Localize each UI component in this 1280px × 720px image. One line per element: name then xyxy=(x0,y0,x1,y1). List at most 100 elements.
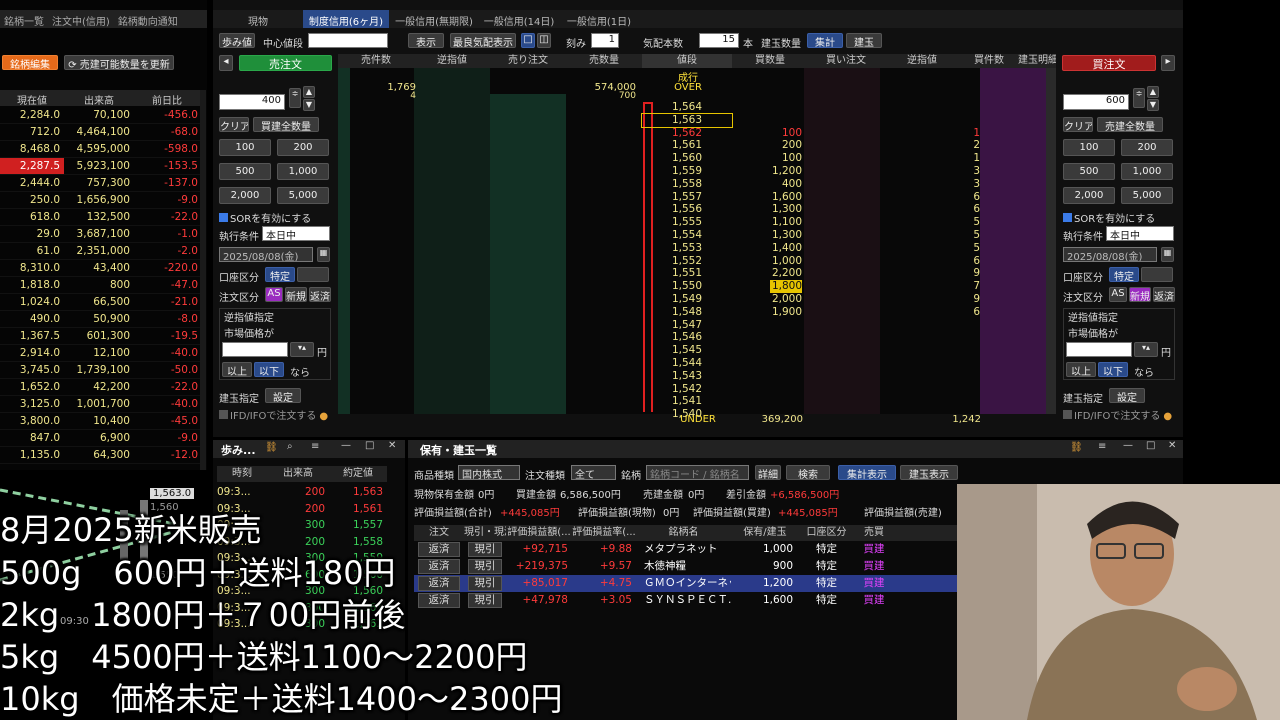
tab-margin-6m[interactable]: 制度信用(6ヶ月) xyxy=(303,10,389,28)
board-buy-qty[interactable]: 1,300 xyxy=(732,203,802,216)
above-button[interactable]: 以上 xyxy=(1066,362,1096,377)
detail-button[interactable]: 詳細 xyxy=(755,465,781,480)
close-position-button[interactable]: 返済 xyxy=(1153,287,1175,302)
order-kind-select[interactable]: 全て xyxy=(571,465,616,480)
account-other[interactable] xyxy=(1141,267,1173,282)
board-row[interactable]: 1,555 1,100 5 xyxy=(338,216,1056,229)
qty-preset-button[interactable]: 1,000 xyxy=(1121,163,1173,180)
tab-margin-14d[interactable]: 一般信用(14日) xyxy=(479,10,559,28)
board-price[interactable]: 1,554 xyxy=(642,229,732,242)
board-price[interactable]: 1,556 xyxy=(642,203,732,216)
position-setting-button[interactable]: 設定 xyxy=(265,388,301,403)
board-price[interactable]: 1,557 xyxy=(642,191,732,204)
tab-cash[interactable]: 現物 xyxy=(213,10,303,28)
stop-price-input[interactable] xyxy=(1066,342,1132,357)
holdings-link-icon[interactable]: ⛓ xyxy=(1070,442,1083,453)
view-split-icon[interactable]: ◫ xyxy=(537,33,551,48)
holdings-close-icon[interactable]: ✕ xyxy=(1168,440,1176,451)
board-row[interactable]: 1,548 1,900 6 xyxy=(338,306,1056,319)
board-buy-qty[interactable]: 1,900 xyxy=(732,306,802,319)
board-buy-qty[interactable]: 100 xyxy=(732,127,802,140)
board-price[interactable]: 1,562 xyxy=(642,127,732,140)
board-row[interactable]: 1,561 200 2 xyxy=(338,139,1056,152)
board-price[interactable]: 1,559 xyxy=(642,165,732,178)
account-other[interactable] xyxy=(297,267,329,282)
watchlist-row[interactable]: 2,284.0 70,100 -456.0 xyxy=(0,107,200,124)
tab-margin-1d[interactable]: 一般信用(1日) xyxy=(559,10,639,28)
clear-button[interactable]: クリア xyxy=(219,117,249,132)
board-price[interactable]: 1,548 xyxy=(642,306,732,319)
board-buy-qty[interactable]: 1,000 xyxy=(732,255,802,268)
edit-symbols-button[interactable]: 銘柄編集 xyxy=(2,55,58,70)
board-price[interactable]: 1,543 xyxy=(642,370,732,383)
clear-button[interactable]: クリア xyxy=(1063,117,1093,132)
qty-preset-button[interactable]: 200 xyxy=(1121,139,1173,156)
board-row[interactable]: 1,553 1,400 5 xyxy=(338,242,1056,255)
account-select[interactable]: 特定 xyxy=(265,267,295,282)
holdings-maximize-icon[interactable]: □ xyxy=(1146,440,1155,451)
search-button[interactable]: 検索 xyxy=(786,465,830,480)
board-row[interactable]: 1,549 2,000 9 xyxy=(338,293,1056,306)
below-button[interactable]: 以下 xyxy=(1098,362,1128,377)
board-price[interactable]: 1,544 xyxy=(642,357,732,370)
minimize-icon[interactable]: — xyxy=(341,440,351,451)
board-row[interactable]: 1,544 xyxy=(338,357,1056,370)
watchlist-row[interactable]: 2,914.0 12,100 -40.0 xyxy=(0,345,200,362)
qty-preset-button[interactable]: 500 xyxy=(219,163,271,180)
watchlist-row[interactable]: 1,367.5 601,300 -19.5 xyxy=(0,328,200,345)
qty-preset-button[interactable]: 2,000 xyxy=(1063,187,1115,204)
link-icon[interactable]: ⛓ xyxy=(265,442,278,453)
watchlist-row[interactable]: 1,024.0 66,500 -21.0 xyxy=(0,294,200,311)
calendar-icon[interactable]: ▦ xyxy=(317,247,330,262)
watchlist-row[interactable]: 847.0 6,900 -9.0 xyxy=(0,430,200,447)
board-buy-qty[interactable]: 1,200 xyxy=(732,165,802,178)
board-price[interactable]: 1,549 xyxy=(642,293,732,306)
board-price[interactable]: 1,546 xyxy=(642,331,732,344)
as-button[interactable]: AS xyxy=(1109,287,1127,302)
watchlist-row[interactable]: 490.0 50,900 -8.0 xyxy=(0,311,200,328)
watchlist-row[interactable]: 712.0 4,464,100 -68.0 xyxy=(0,124,200,141)
display-button[interactable]: 表示 xyxy=(408,33,444,48)
symbol-input[interactable]: 銘柄コード / 銘柄名 xyxy=(646,465,749,480)
aggregate-toggle[interactable]: 集計 xyxy=(807,33,843,48)
board-price[interactable]: 1,551 xyxy=(642,267,732,280)
board-row[interactable]: 1,564 xyxy=(338,101,1056,114)
center-price-input[interactable] xyxy=(308,33,388,48)
qty-preset-button[interactable]: 5,000 xyxy=(1121,187,1173,204)
board-price[interactable]: 1,563 xyxy=(641,112,733,128)
qty-down-icon[interactable]: ▼ xyxy=(1147,99,1159,111)
board-row[interactable]: 1,563 xyxy=(338,112,1056,128)
ifd-checkbox[interactable]: IFD/IFOで注文する ● xyxy=(219,407,328,422)
board-buy-qty[interactable]: 2,200 xyxy=(732,267,802,280)
watchlist-row[interactable]: 2,287.5 5,923,100 -153.5 xyxy=(0,158,200,175)
watchlist-row[interactable]: 250.0 1,656,900 -9.0 xyxy=(0,192,200,209)
qty-preset-button[interactable]: 5,000 xyxy=(277,187,329,204)
new-button[interactable]: 新規 xyxy=(1129,287,1151,302)
qty-up-icon[interactable]: ▲ xyxy=(1147,86,1159,98)
sor-checkbox[interactable]: SORを有効にする xyxy=(1063,210,1155,225)
board-price[interactable]: 1,561 xyxy=(642,139,732,152)
aggregate-view-button[interactable]: 集計表示 xyxy=(838,465,896,480)
position-setting-button[interactable]: 設定 xyxy=(1109,388,1145,403)
board-buy-qty[interactable]: 1,800 xyxy=(770,280,802,293)
new-button[interactable]: 新規 xyxy=(285,287,307,302)
above-button[interactable]: 以上 xyxy=(222,362,252,377)
ifd-checkbox[interactable]: IFD/IFOで注文する ● xyxy=(1063,407,1172,422)
qty-step-icon[interactable]: ≑ xyxy=(289,88,301,108)
tab-watchlist[interactable]: 銘柄一覧 xyxy=(0,10,48,28)
position-toggle[interactable]: 建玉 xyxy=(846,33,882,48)
board-price[interactable]: 1,547 xyxy=(642,319,732,332)
board-row[interactable]: 1,557 1,600 6 xyxy=(338,191,1056,204)
all-qty-button[interactable]: 売建全数量 xyxy=(1097,117,1163,132)
qty-preset-button[interactable]: 200 xyxy=(277,139,329,156)
qty-up-icon[interactable]: ▲ xyxy=(303,86,315,98)
watchlist-scrollbar[interactable] xyxy=(200,90,206,470)
qty-preset-button[interactable]: 1,000 xyxy=(277,163,329,180)
board-buy-qty[interactable]: 1,600 xyxy=(732,191,802,204)
board-price[interactable]: 1,560 xyxy=(642,152,732,165)
account-select[interactable]: 特定 xyxy=(1109,267,1139,282)
board-buy-qty[interactable]: 1,100 xyxy=(732,216,802,229)
qty-preset-button[interactable]: 100 xyxy=(1063,139,1115,156)
collapse-left-icon[interactable]: ◂ xyxy=(219,55,233,71)
watchlist-row[interactable]: 1,652.0 42,200 -22.0 xyxy=(0,379,200,396)
